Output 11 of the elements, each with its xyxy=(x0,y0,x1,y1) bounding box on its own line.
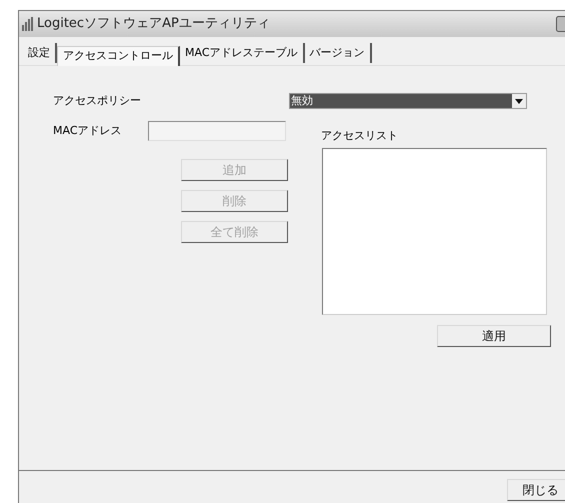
button[interactable]: 適用 xyxy=(437,324,551,346)
tab[interactable]: アクセスコントロール xyxy=(57,46,180,66)
button[interactable]: 閉じる xyxy=(507,479,565,501)
list-label: アクセスリスト xyxy=(321,128,399,144)
tab[interactable]: MACアドレステーブル xyxy=(180,43,305,63)
dropdown[interactable]: 無効 xyxy=(289,93,527,109)
field-label: MACアドレス xyxy=(53,122,123,139)
field-label: アクセスポリシー xyxy=(53,92,142,109)
window-title: LogitecソフトウェアAPユーティリティ xyxy=(37,15,270,34)
dropdown-value: 無効 xyxy=(290,94,512,108)
tab[interactable]: バージョン xyxy=(304,43,372,63)
